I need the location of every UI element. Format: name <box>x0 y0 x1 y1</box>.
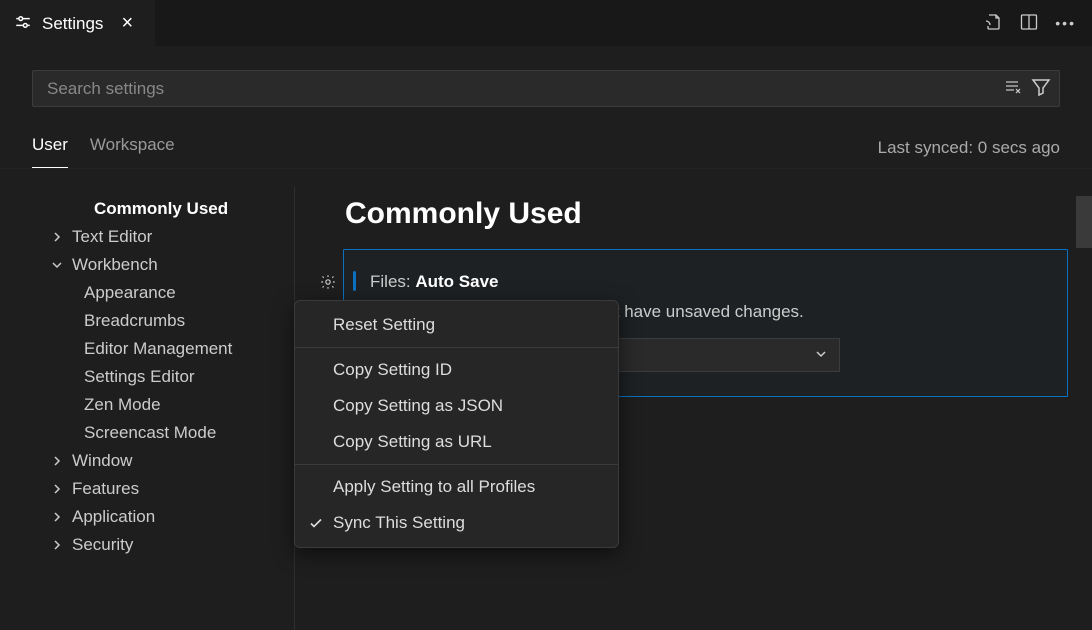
clear-search-icon[interactable] <box>1003 78 1021 99</box>
toc-commonly-used[interactable]: Commonly Used <box>32 195 294 223</box>
menu-separator <box>295 464 618 465</box>
menu-copy-setting-id[interactable]: Copy Setting ID <box>295 352 618 388</box>
more-actions-icon[interactable]: ••• <box>1055 15 1076 31</box>
menu-sync-setting[interactable]: Sync This Setting <box>295 505 618 541</box>
tab-settings[interactable]: Settings × <box>0 0 155 46</box>
group-title: Commonly Used <box>345 197 1068 231</box>
gear-icon[interactable] <box>315 269 341 295</box>
check-icon <box>307 516 325 530</box>
open-settings-json-icon[interactable] <box>983 12 1003 35</box>
settings-sliders-icon <box>14 13 32 34</box>
toc-appearance[interactable]: Appearance <box>32 279 294 307</box>
tab-workspace[interactable]: Workspace <box>90 127 175 168</box>
menu-apply-all-profiles[interactable]: Apply Setting to all Profiles <box>295 469 618 505</box>
menu-copy-setting-json[interactable]: Copy Setting as JSON <box>295 388 618 424</box>
close-icon[interactable]: × <box>113 10 141 37</box>
tab-title: Settings <box>42 14 103 34</box>
chevron-down-icon <box>50 258 68 272</box>
setting-context-menu: Reset Setting Copy Setting ID Copy Setti… <box>294 300 619 548</box>
toc-zen-mode[interactable]: Zen Mode <box>32 391 294 419</box>
editor-actions: ••• <box>983 12 1092 35</box>
search-input[interactable] <box>41 73 1003 105</box>
modified-indicator <box>353 271 356 291</box>
search-bar <box>32 70 1060 107</box>
toc-window[interactable]: Window <box>32 447 294 475</box>
settings-toc: Commonly Used Text Editor Workbench Appe… <box>0 187 295 630</box>
split-editor-icon[interactable] <box>1019 12 1039 35</box>
toc-screencast-mode[interactable]: Screencast Mode <box>32 419 294 447</box>
toc-application[interactable]: Application <box>32 503 294 531</box>
menu-copy-setting-url[interactable]: Copy Setting as URL <box>295 424 618 460</box>
toc-settings-editor[interactable]: Settings Editor <box>32 363 294 391</box>
toc-breadcrumbs[interactable]: Breadcrumbs <box>32 307 294 335</box>
toc-text-editor[interactable]: Text Editor <box>32 223 294 251</box>
chevron-right-icon <box>50 538 68 552</box>
filter-icon[interactable] <box>1031 77 1051 100</box>
toc-editor-management[interactable]: Editor Management <box>32 335 294 363</box>
menu-reset-setting[interactable]: Reset Setting <box>295 307 618 343</box>
setting-label: Files: Auto Save <box>370 272 1041 292</box>
toc-features[interactable]: Features <box>32 475 294 503</box>
toc-security[interactable]: Security <box>32 531 294 559</box>
chevron-right-icon <box>50 510 68 524</box>
tab-user[interactable]: User <box>32 127 68 168</box>
tab-bar: Settings × ••• <box>0 0 1092 46</box>
chevron-right-icon <box>50 454 68 468</box>
toc-workbench[interactable]: Workbench <box>32 251 294 279</box>
chevron-right-icon <box>50 482 68 496</box>
sync-status: Last synced: 0 secs ago <box>878 138 1060 158</box>
chevron-down-icon <box>813 346 829 365</box>
chevron-right-icon <box>50 230 68 244</box>
menu-separator <box>295 347 618 348</box>
scrollbar-thumb[interactable] <box>1076 196 1092 248</box>
